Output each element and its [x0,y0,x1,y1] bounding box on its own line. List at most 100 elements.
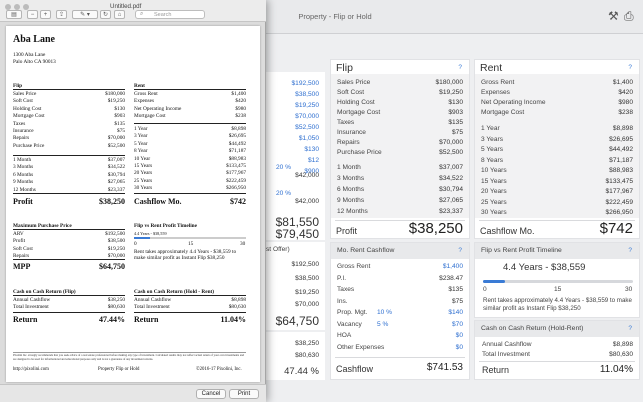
pdf-preview-window: Untitled.pdf ▤ − + ⇪ ✎ ▾ ↻ ⌂ Search ⌕ Ab… [0,0,266,402]
doc-row-value: $130 [114,105,125,112]
rent-year-label: 15 Years [481,177,507,185]
help-icon[interactable]: ? [628,64,632,71]
doc-row-label: 25 Years [134,177,153,184]
pdf-title: Untitled.pdf [110,3,142,10]
flip-mpp-column: $192,500 $38,500 $19,250 $70,000 $52,500… [258,72,325,241]
cashflow-row-value: $0 [455,332,463,339]
doc-row-label: Soft Cost [13,98,33,105]
flip-row-label: Mortgage Cost [337,109,381,116]
markup-pen-icon[interactable]: ✎ ▾ [72,10,98,19]
doc-row-value: $75 [117,128,125,134]
flip-month-value: $23,337 [439,208,463,215]
value: $1,050 [298,135,319,142]
doc-row-value: $34,522 [107,164,125,171]
rent-row-label: Expenses [481,89,510,96]
print-button[interactable]: Print [229,389,259,399]
rent-year-label: 5 Years [481,146,503,153]
flip-month-value: $30,794 [439,186,463,193]
doc-profit: $38,250 [99,197,125,206]
rotate-icon[interactable]: ↻ [100,10,111,19]
help-icon[interactable]: ? [628,247,632,254]
help-icon[interactable]: ? [458,247,462,254]
print-icon[interactable]: ⎙ [624,9,634,24]
doc-row-value: $177,967 [226,170,246,177]
rent-cashflow-title: Mo. Rent Cashflow [331,243,469,259]
rent-year-label: 10 Years [481,167,507,174]
doc-cocf-value: $38,250 [107,297,125,303]
coc-title: Cash on Cash Return (Hold-Rent) [475,321,639,337]
doc-row-value: $180,000 [105,91,125,97]
tick: 15 [188,241,194,247]
doc-footer-url: http://pixolini.com [13,367,49,372]
doc-mpp: $64,750 [99,262,125,271]
doc-cocr-label: Total Investment [134,304,170,310]
cashflow-row-label: Vacancy [337,320,362,328]
doc-row-value: $266,950 [226,185,246,192]
flip-row-value: $75 [451,129,463,136]
flip-month-label: 12 Months [337,208,368,215]
sidebar-toggle-icon[interactable]: ▤ [6,10,22,19]
timeline-pane: Flip vs Rent Profit Timeline ? 4.4 Years… [474,242,640,318]
app-title: Property - Flip or Hold [298,12,372,21]
doc-disclaimer: Pixolini Inc. strongly recommends that y… [13,353,245,361]
zoom-out-icon[interactable]: − [27,10,38,19]
flip-row-value: $130 [448,99,463,106]
rent-row-value: $980 [618,99,633,106]
doc-row-value: $133,475 [226,163,246,169]
coc-row-label: Total Investment [482,351,531,358]
rent-year-label: 30 Years [481,209,507,216]
pdf-toolbar: Untitled.pdf ▤ − + ⇪ ✎ ▾ ↻ ⌂ Search ⌕ [0,0,266,22]
doc-row-value: $8,898 [231,126,246,132]
value: $38,500 [295,275,319,282]
zoom-in-icon[interactable]: + [40,10,51,19]
doc-row-label: 6 Months [13,171,34,178]
doc-row-label: Soft Cost [13,245,33,252]
rent-year-label: 20 Years [481,188,507,195]
profit-value: $38,250 [408,220,463,237]
flip-row-label: Repairs [337,139,360,146]
doc-row-label: 30 Years [134,185,153,192]
cancel-button[interactable]: Cancel [196,389,226,399]
total: 47.44 % [284,366,319,377]
timeline-note: Rent takes approximately 4.4 Years - $38… [483,297,632,312]
doc-row-value: $37,007 [107,157,125,163]
rent-year-value: $266,950 [605,209,633,216]
rent-year-value: $133,475 [605,177,633,185]
cashflow-row-percent: 10 % [377,309,393,316]
flip-month-label: 9 Months [337,197,365,204]
help-icon[interactable]: ? [628,325,632,332]
doc-row-label: Repairs [13,135,30,142]
doc-cocf-label: Annual Cashflow [13,297,51,303]
help-icon[interactable]: ? [458,64,462,71]
cashflow-label: Cashflow Mo. [480,226,535,236]
rent-year-label: 8 Years [481,156,503,164]
pdf-footer-bar: Cancel Print [0,384,266,402]
doc-row-value: $52,500 [107,142,125,149]
doc-row-value: $222,459 [226,177,246,184]
cashflow-value: $742 [599,220,633,237]
cashflow-row-label: Prop. Mgt. [337,309,368,316]
flip-month-label: 6 Months [337,186,365,193]
rent-row-label: Net Operating Income [481,99,546,106]
share-icon[interactable]: ⇪ [56,10,67,19]
value: $38,250 [295,340,319,347]
doc-row-value: $26,695 [228,133,246,140]
doc-row-label: ARV [13,231,24,237]
flip-month-label: 3 Months [337,175,365,182]
doc-row-label: Sales Price [13,91,37,97]
value: $19,250 [295,289,319,296]
cashflow-row-label: HOA [337,332,352,339]
doc-row-label: Purchase Price [13,142,45,149]
doc-address: Palo Alto CA 90013 [13,59,56,65]
value: $80,630 [295,352,319,359]
flip-row-value: $180,000 [435,79,463,86]
wrench-icon[interactable]: ⚒ [608,9,619,23]
doc-footer-copyright: ©2016-17 Pixolini, Inc. [196,367,242,372]
cashflow-row-label: P.I. [337,274,347,282]
coc-rent-pane: Cash on Cash Return (Hold-Rent) ? Annual… [474,320,640,380]
doc-profit-label: Profit [13,197,33,206]
flip-row-value: $135 [448,119,463,126]
search-input[interactable]: Search [135,10,205,19]
rent-row-label: Mortgage Cost [481,109,525,116]
toolbox-icon[interactable]: ⌂ [114,10,125,19]
